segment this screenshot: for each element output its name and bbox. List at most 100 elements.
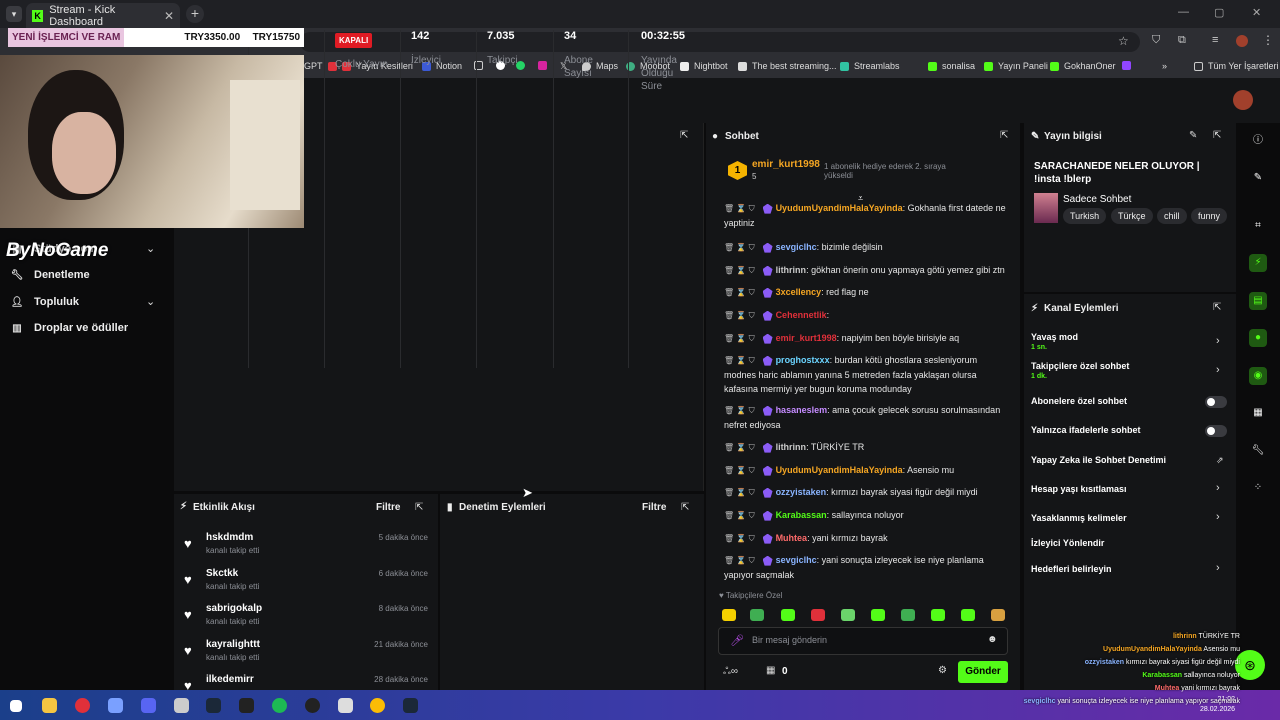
mod-actions-icon[interactable]: 🗑︎ ⌛ ⛉ [724,443,755,452]
close-window-icon[interactable]: ✕ [1252,6,1261,19]
mod-actions-icon[interactable]: 🗑︎ ⌛ ⛉ [724,466,755,475]
epic-games-icon[interactable] [239,698,254,713]
emote-icon[interactable] [750,609,764,621]
emote-icon[interactable] [841,609,855,621]
chat-username[interactable]: UyudumUyandimHalaYayinda [776,203,903,213]
mod-actions-icon[interactable]: 🗑︎ ⌛ ⛉ [724,288,755,297]
chat-username[interactable]: proghostxxx [776,355,830,365]
all-bookmarks-folder[interactable]: Tüm Yer İşaretleri [1194,61,1279,71]
raid-setting[interactable]: İzleyici Yönlendir [1031,538,1104,548]
mod-actions-icon[interactable]: 🗑︎ ⌛ ⛉ [724,266,755,275]
emote-icon[interactable] [901,609,915,621]
steam-icon[interactable] [403,698,418,713]
bookmark-item[interactable]: Yayın Paneli [984,61,1048,71]
expand-icon[interactable]: ⇱ [415,502,423,513]
chat-username[interactable]: Karabassan [776,510,827,520]
mod-actions-icon[interactable]: 🗑︎ ⌛ ⛉ [724,556,755,565]
bookmark-item[interactable] [1122,61,1136,70]
crop-icon[interactable]: ⌗ [1249,217,1267,235]
bookmark-item[interactable]: Streamlabs [840,61,900,71]
chat-username[interactable]: Muhtea [776,533,808,543]
info-icon[interactable]: ⓘ [1249,132,1267,150]
profile-avatar[interactable] [1236,35,1248,47]
chat-icon[interactable]: ● [1249,329,1267,347]
mod-actions-icon[interactable]: 🗑︎ ⌛ ⛉ [724,511,755,520]
apps-icon[interactable]: ⁘ [1249,479,1267,497]
chat-username[interactable]: ozzyistaken [776,487,827,497]
sidebar-item-moderation[interactable]: 🔧︎ Denetleme [10,269,90,281]
maximize-window-icon[interactable]: ▢ [1214,6,1224,19]
app-icon[interactable] [338,698,353,713]
layout-icon[interactable]: ▦ [1249,404,1267,422]
shield-icon[interactable]: ⛉ [1152,34,1160,47]
stream-category[interactable]: Sadece Sohbet [1063,194,1131,205]
chevron-right-icon[interactable]: › [1216,511,1220,523]
discord-icon[interactable] [141,698,156,713]
opera-icon[interactable] [75,698,90,713]
chat-username[interactable]: lithrinn [776,442,807,452]
chat-username[interactable]: lithrinn [776,265,807,275]
emote-icon[interactable] [961,609,975,621]
chevron-down-icon[interactable]: ⌄ [146,295,155,308]
media-icon[interactable]: ≡ [1212,34,1218,46]
user-avatar[interactable] [1233,90,1253,110]
expand-icon[interactable]: ⇱ [681,502,689,513]
chevron-right-icon[interactable]: › [1216,335,1220,347]
chat-username[interactable]: 3xcellency [776,287,822,297]
mod-actions-icon[interactable]: 🗑︎ ⌛ ⛉ [724,204,755,213]
mod-actions-icon[interactable]: 🗑︎ ⌛ ⛉ [724,243,755,252]
emote-icon[interactable] [871,609,885,621]
external-link-icon[interactable]: ⇗ [1216,455,1224,466]
minimize-window-icon[interactable]: — [1178,6,1189,18]
emote-icon[interactable] [781,609,795,621]
chevron-right-icon[interactable]: › [1216,364,1220,376]
expand-icon[interactable]: ⇱ [1213,302,1221,313]
edit-stream-icon[interactable]: ✎ [1189,130,1197,141]
spotify-icon[interactable] [272,698,287,713]
chat-username[interactable]: sevgiclhc [776,555,817,565]
slow-mode-setting[interactable]: Yavaş mod [1031,332,1078,342]
chat-username[interactable]: emir_kurt1998 [776,333,837,343]
more-bookmarks-icon[interactable]: » [1162,61,1167,71]
microphone-icon[interactable]: 🎤︎ [730,634,744,647]
bookmark-item[interactable]: sonalisa [928,61,975,71]
mod-actions-icon[interactable]: 🗑︎ ⌛ ⛉ [724,406,755,415]
broadcast-icon[interactable]: ◉ [1249,367,1267,385]
chevron-down-icon[interactable]: ⌄ [146,242,155,255]
tag[interactable]: chill [1157,208,1187,224]
start-icon[interactable] [10,700,22,712]
bookmark-star-icon[interactable]: ☆ [1118,34,1129,48]
sidebar-item-community[interactable]: 👤︎ Topluluk [10,296,79,308]
browser-menu-icon[interactable]: ⋮ [1262,33,1274,47]
app-icon[interactable] [108,698,123,713]
tag[interactable]: funny [1191,208,1228,224]
expand-icon[interactable]: ⇱ [1213,130,1221,141]
followers-only-setting[interactable]: Takipçilere özel sohbet [1031,361,1129,371]
goals-setting[interactable]: Hedefleri belirleyin [1031,564,1112,574]
activity-filter-button[interactable]: Filtre [376,502,400,513]
wrench-icon[interactable]: 🔧︎ [1249,442,1267,460]
send-button[interactable]: Gönder [958,661,1008,683]
bolt-icon[interactable]: ⚡︎ [1249,254,1267,272]
bookmark-item[interactable]: GokhanOner [1050,61,1116,71]
close-tab-icon[interactable]: ✕ [164,9,174,23]
emote-icon[interactable] [931,609,945,621]
tag[interactable]: Türkçe [1111,208,1153,224]
pinned-user[interactable]: emir_kurt1998 [752,159,820,170]
tag[interactable]: Turkish [1063,208,1107,224]
chat-username[interactable]: UyudumUyandimHalaYayinda [776,465,903,475]
subscribers-only-toggle[interactable] [1205,396,1227,408]
browser-tab-active[interactable]: K Stream - Kick Dashboard ✕ [26,3,180,28]
mod-actions-icon[interactable]: 🗑︎ ⌛ ⛉ [724,488,755,497]
mod-actions-icon[interactable]: 🗑︎ ⌛ ⛉ [724,534,755,543]
ai-moderation-setting[interactable]: Yapay Zeka ile Sohbet Denetimi [1031,455,1166,465]
document-icon[interactable]: ▤ [1249,292,1267,310]
file-explorer-icon[interactable] [42,698,57,713]
mod-actions-icon[interactable]: 🗑︎ ⌛ ⛉ [724,356,755,365]
emote-icon[interactable] [811,609,825,621]
mod-actions-icon[interactable]: 🗑︎ ⌛ ⛉ [724,334,755,343]
points-icon[interactable]: ▦ [766,665,775,676]
chat-username[interactable]: hasaneslem [776,405,828,415]
gear-icon[interactable]: ⚙ [938,665,947,676]
emoji-icon[interactable]: ☻ [987,634,998,645]
